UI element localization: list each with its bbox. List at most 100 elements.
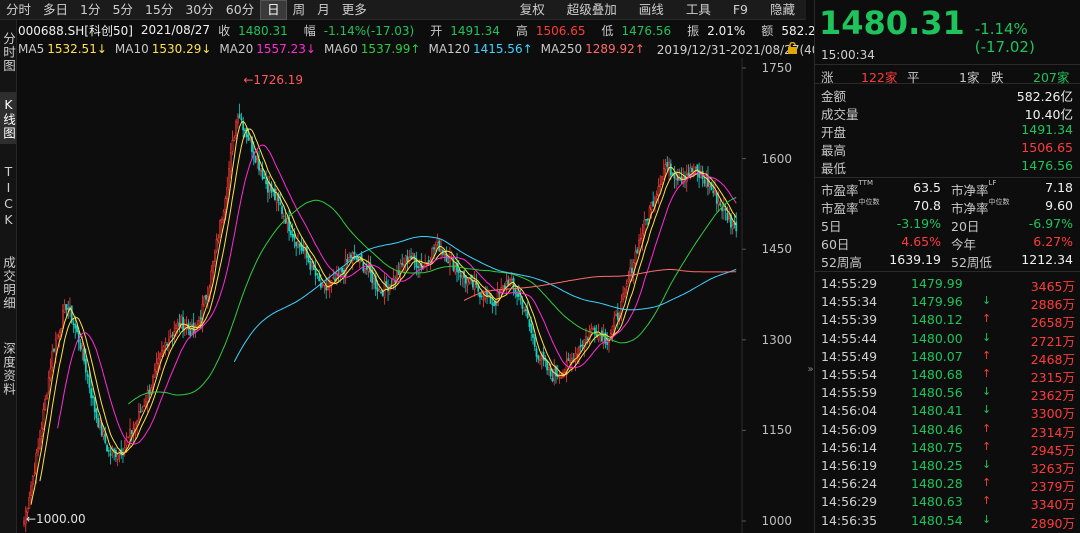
candle-body — [116, 454, 119, 460]
candle-body — [431, 247, 434, 260]
lock-icon[interactable] — [787, 42, 798, 54]
candle-body — [551, 377, 554, 382]
arrow-up-icon: ↑ — [982, 421, 992, 435]
vtab-trade-detail[interactable]: 成交明细 — [0, 246, 16, 320]
candle-body — [238, 113, 241, 119]
tick-price: 1480.56 — [911, 385, 963, 401]
vtab-depth[interactable]: 深度资料 — [0, 332, 16, 406]
candle-body — [311, 262, 313, 268]
tick-row: 14:55:59 1480.56 ↓ 2362万 — [821, 385, 1075, 403]
tick-price: 1479.99 — [911, 276, 963, 291]
candle-body — [494, 302, 497, 306]
tick-time: 14:56:24 — [821, 476, 878, 492]
tool-tab[interactable]: 工具 — [675, 0, 722, 20]
close-group: 收 1480.31 — [218, 23, 288, 38]
range-value: -1.14%(-17.03) — [323, 23, 415, 38]
period-tab[interactable]: 周 — [287, 0, 312, 20]
candle-body — [669, 163, 672, 176]
stat-value: 10.40亿 — [1024, 107, 1073, 122]
tick-price: 1480.25 — [911, 458, 963, 473]
candle-body — [58, 332, 61, 338]
period-tab[interactable]: 多日 — [37, 0, 74, 20]
tick-volume: 2886万 — [1030, 297, 1075, 313]
security-code: 000688.SH[科创50] — [18, 23, 133, 38]
period-tab[interactable]: 1分 — [74, 0, 106, 20]
tick-row: 14:56:19 1480.25 ↓ 3263万 — [821, 458, 1075, 476]
candle-body — [231, 140, 234, 152]
y-tick-label: 1750 — [761, 61, 792, 75]
tool-tab[interactable]: 复权 — [509, 0, 556, 20]
candle-body — [265, 179, 268, 185]
period-tab[interactable]: 5分 — [106, 0, 138, 20]
period-tab[interactable]: 30分 — [179, 0, 219, 20]
vtab-timeshare[interactable]: 分时图 — [0, 24, 16, 80]
tick-time: 14:56:29 — [821, 494, 878, 510]
candle-body — [291, 233, 294, 238]
candle-body — [155, 362, 158, 372]
candle-body — [84, 358, 87, 373]
kline-chart[interactable]: 1000 1150 1300 1450 1600 1750 ←1726.19 ←1000.… — [18, 58, 806, 533]
pb-median-value: 9.60 — [1045, 198, 1073, 213]
tick-price: 1480.41 — [911, 403, 963, 419]
week52-low: 1212.34 — [1021, 252, 1073, 267]
tool-tab[interactable]: F9 — [722, 0, 759, 20]
candle-body — [79, 342, 82, 350]
tick-time: 14:55:34 — [821, 294, 878, 310]
candle-body — [259, 170, 262, 173]
candle-body — [344, 258, 347, 277]
candle-body — [309, 260, 312, 270]
candle-body — [346, 259, 349, 262]
up-count: 122家 — [861, 70, 898, 85]
period-tab[interactable]: 月 — [311, 0, 336, 20]
bar-date: 2021/08/27 — [140, 23, 211, 37]
tool-tabs: 复权 超级叠加 画线 工具 F9 隐藏 — [509, 0, 806, 20]
vtab-tick[interactable]: TICK — [0, 160, 16, 232]
candle-body — [146, 389, 149, 403]
candle-body — [507, 279, 510, 285]
candle-body — [293, 233, 296, 240]
candle-body — [715, 192, 718, 204]
candle-body — [228, 168, 230, 190]
price-change: -1.14% (-17.02) — [974, 20, 1035, 56]
candle-body — [295, 241, 298, 247]
period-tab[interactable]: 日 — [260, 0, 287, 20]
candle-body — [263, 177, 266, 179]
candle-body — [28, 497, 31, 509]
tick-time: 14:55:44 — [821, 330, 878, 346]
period-tab[interactable]: 更多 — [336, 0, 373, 20]
candle-body — [107, 450, 110, 452]
candle-body — [613, 317, 616, 326]
tool-tab[interactable]: 超级叠加 — [556, 0, 628, 20]
period-toolbar: 分时 多日 1分 5分 15分 30分 60分日周月更多 复权 超级叠加 画线 工具 F9 隐藏 — [0, 0, 806, 20]
candle-body — [266, 181, 269, 193]
vertical-tabs: 分时图 K线图 TICK 成交明细 深度资料 — [0, 20, 17, 533]
tick-time: 14:55:29 — [821, 276, 878, 291]
candle-body — [46, 394, 48, 400]
candle-body — [206, 296, 209, 301]
period-tab[interactable]: 分时 — [0, 0, 37, 20]
candle-body — [726, 212, 729, 221]
candle-body — [625, 283, 628, 288]
tool-tab[interactable]: 隐藏 — [759, 0, 806, 20]
arrow-down-icon: ↓ — [982, 403, 992, 417]
candle-body — [63, 304, 66, 313]
period-tab[interactable]: 15分 — [139, 0, 179, 20]
candle-body — [247, 134, 250, 141]
candle-body — [102, 431, 105, 437]
candle-body — [641, 233, 644, 242]
candle-body — [268, 184, 271, 191]
candle-body — [655, 194, 658, 197]
flat-count: 1家 — [959, 70, 980, 85]
high-annotation: ←1726.19 — [243, 73, 304, 88]
high-group: 高 1506.65 — [515, 23, 586, 38]
candle-body — [664, 164, 667, 170]
candle-body — [401, 263, 404, 266]
arrow-up-icon: ↑ — [982, 439, 992, 453]
return-row-2: 60日 4.65% 今年 6.27% — [821, 234, 1073, 252]
vtab-kline[interactable]: K线图 — [0, 92, 16, 144]
stat-label: 最低 — [821, 161, 847, 176]
tool-tab[interactable]: 画线 — [628, 0, 675, 20]
candle-body — [95, 408, 98, 419]
period-tab[interactable]: 60分 — [220, 0, 260, 20]
open-group: 开 1491.34 — [430, 23, 500, 38]
